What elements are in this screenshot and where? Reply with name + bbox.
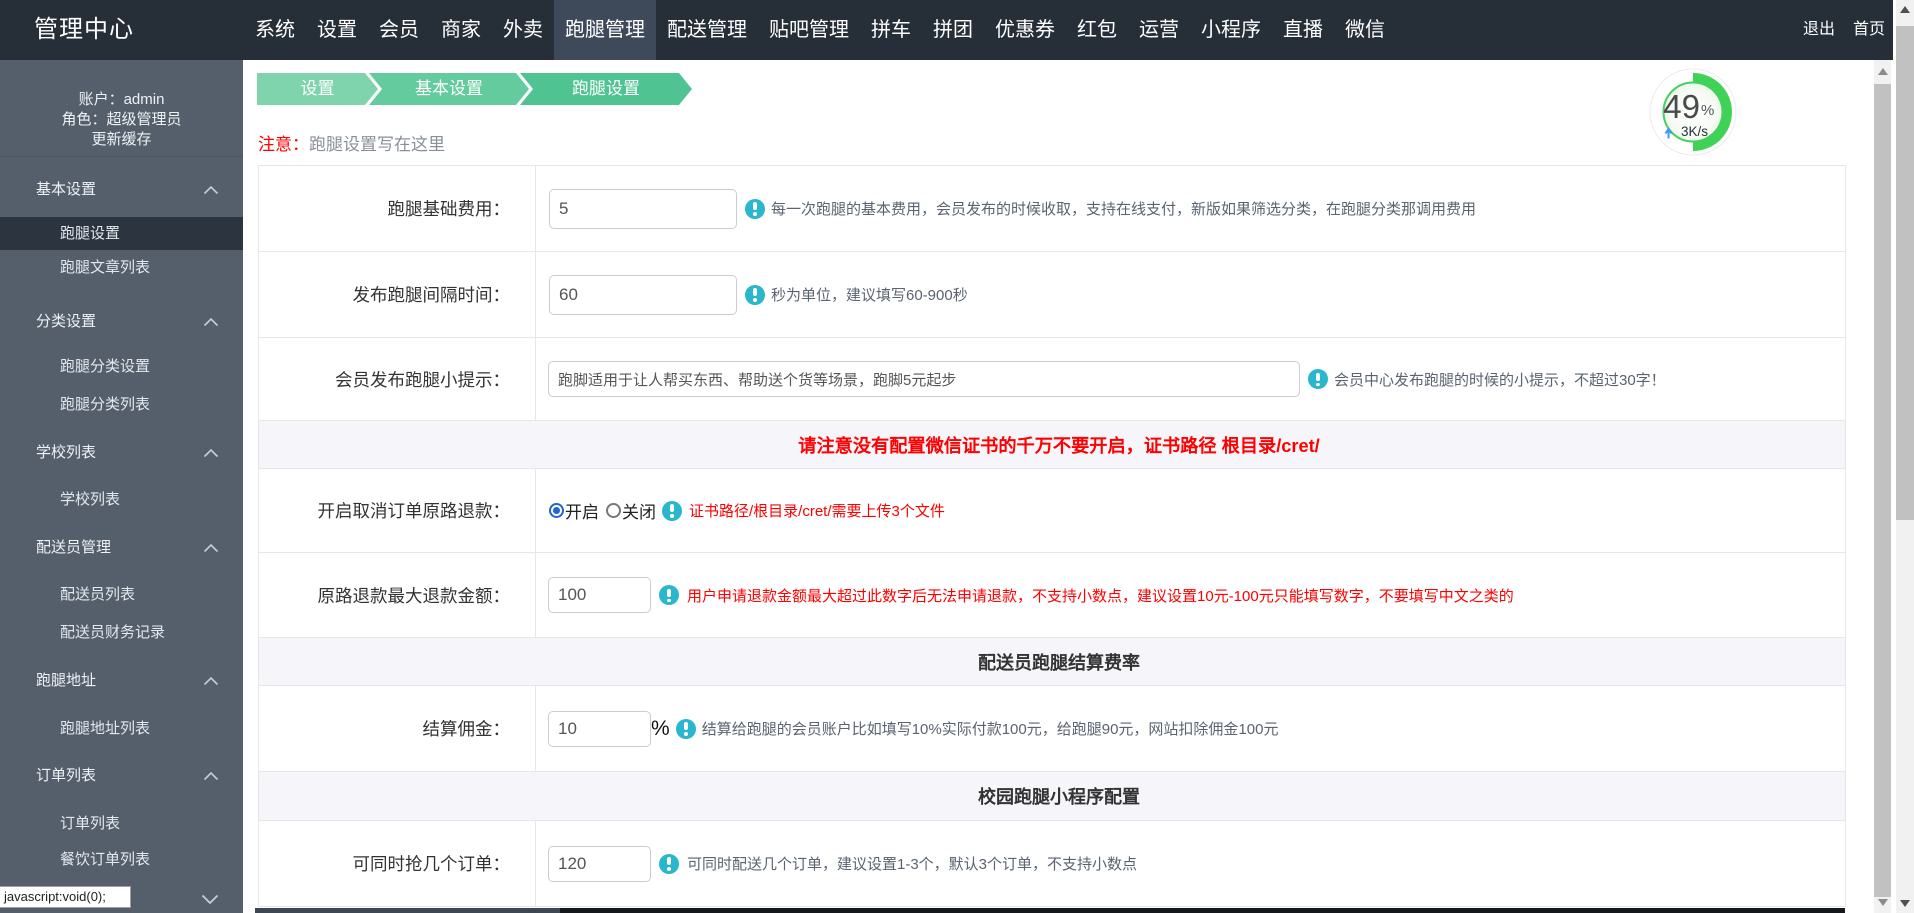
svg-text:%: %: [1701, 102, 1714, 119]
svg-text:3K/s: 3K/s: [1681, 124, 1708, 139]
svg-text:49: 49: [1663, 88, 1700, 125]
